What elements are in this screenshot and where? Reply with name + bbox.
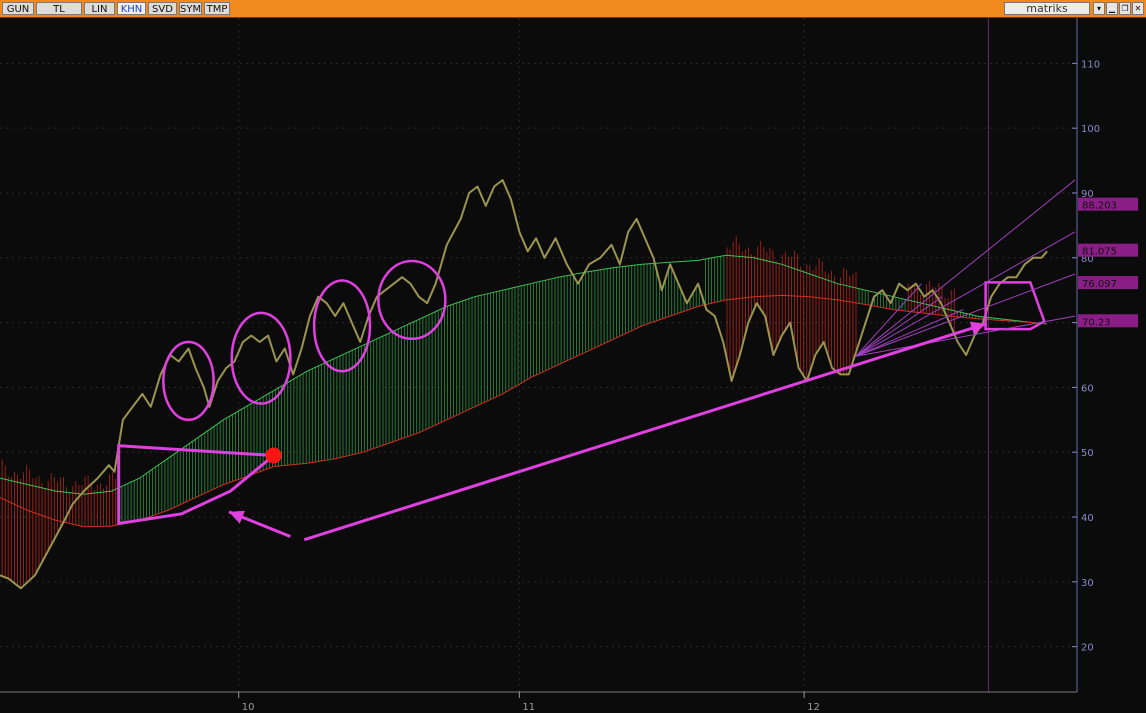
price-tag-label: 76.097 bbox=[1082, 279, 1117, 290]
minimize-icon[interactable]: ▁ bbox=[1106, 2, 1118, 15]
tab-tl[interactable]: TL bbox=[36, 2, 82, 15]
restore-icon[interactable]: ❐ bbox=[1119, 2, 1131, 15]
brand-logo: matriks bbox=[1004, 2, 1090, 15]
price-chart: 1101009080706050403020 101112 88.20381.0… bbox=[0, 18, 1146, 713]
y-tick-label: 110 bbox=[1081, 59, 1100, 70]
signal-dot bbox=[265, 447, 282, 464]
x-tick-label: 11 bbox=[522, 702, 535, 713]
close-icon[interactable]: ✕ bbox=[1132, 2, 1144, 15]
y-tick-label: 50 bbox=[1081, 448, 1094, 459]
x-tick-label: 10 bbox=[242, 702, 255, 713]
price-tag-label: 88.203 bbox=[1082, 201, 1117, 212]
price-tag-label: 81.075 bbox=[1082, 247, 1117, 258]
tab-gun[interactable]: GUN bbox=[2, 2, 34, 15]
chart-toolbar: GUN TL LIN KHN SVD SYM TMP matriks ▾ ▁ ❐ ✕ bbox=[0, 0, 1146, 18]
y-tick-label: 20 bbox=[1081, 643, 1094, 654]
y-tick-label: 30 bbox=[1081, 578, 1094, 589]
y-tick-label: 100 bbox=[1081, 124, 1100, 135]
tab-svd[interactable]: SVD bbox=[148, 2, 177, 15]
dropdown-icon[interactable]: ▾ bbox=[1093, 2, 1105, 15]
tab-khn[interactable]: KHN bbox=[117, 2, 146, 15]
y-tick-label: 60 bbox=[1081, 383, 1094, 394]
chart-background bbox=[0, 18, 1146, 713]
tab-sym[interactable]: SYM bbox=[179, 2, 202, 15]
tab-tmp[interactable]: TMP bbox=[204, 2, 230, 15]
price-tag-label: 70.23 bbox=[1082, 317, 1111, 328]
x-tick-label: 12 bbox=[807, 702, 820, 713]
tab-lin[interactable]: LIN bbox=[84, 2, 115, 15]
y-tick-label: 40 bbox=[1081, 513, 1094, 524]
